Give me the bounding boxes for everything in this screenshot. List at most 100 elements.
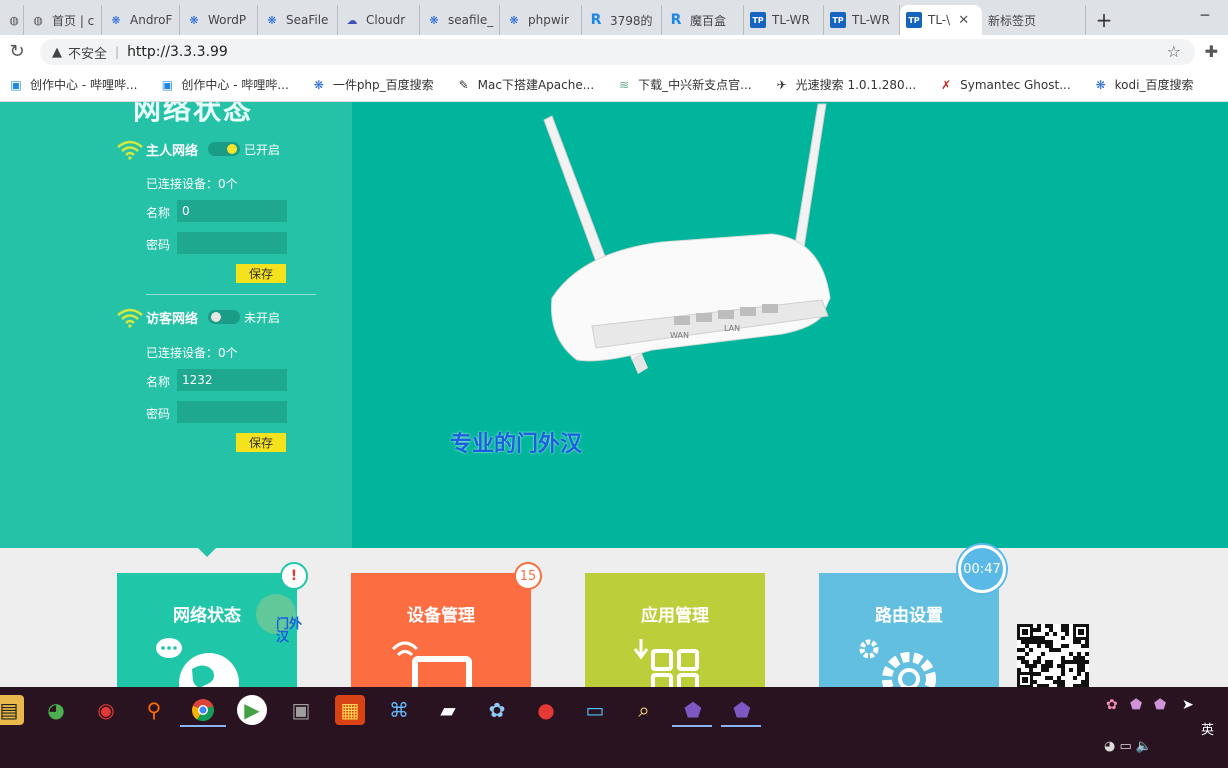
browser-tab[interactable]: ❋ seafile_ bbox=[420, 5, 500, 35]
warning-icon[interactable]: ▲ bbox=[52, 45, 62, 60]
browser-tab[interactable]: TP TL-WR bbox=[744, 5, 824, 35]
vm-app-icon-1[interactable]: ⬟ bbox=[678, 695, 708, 725]
browser-tab[interactable]: ❋ SeaFile bbox=[258, 5, 338, 35]
package-app-icon[interactable]: ▦ bbox=[335, 695, 365, 725]
minimize-icon[interactable]: ─ bbox=[1182, 0, 1228, 32]
browser-tab[interactable]: TP TL-\ ✕ bbox=[900, 5, 982, 35]
host-network-name: 主人网络 bbox=[146, 143, 199, 159]
star-icon[interactable]: ☆ bbox=[1167, 42, 1181, 61]
router-hero: WAN LAN bbox=[352, 102, 1228, 548]
tray-system-icons[interactable]: ◕ ▭ 🔈 bbox=[1104, 739, 1152, 754]
bookmark-item[interactable]: ▣ 创作中心 - 哔哩哔... bbox=[8, 76, 137, 93]
wan-port-label: WAN bbox=[670, 331, 689, 340]
tab-label: SeaFile bbox=[286, 13, 329, 27]
magnifier-app-icon[interactable]: ⌕ bbox=[629, 695, 659, 725]
search-app-icon[interactable]: ⚲ bbox=[139, 695, 169, 725]
network-divider bbox=[146, 294, 316, 295]
browser-tab[interactable]: ❋ AndroF bbox=[102, 5, 180, 35]
cursor-icon: ➤ bbox=[1182, 697, 1194, 713]
guest-ssid-input[interactable] bbox=[177, 369, 287, 391]
guest-network-toggle[interactable] bbox=[208, 310, 241, 324]
r-icon: R bbox=[590, 12, 602, 28]
browser-tab[interactable]: R 3798的 bbox=[582, 5, 662, 35]
bookmark-item[interactable]: ✈ 光速搜索 1.0.1.280... bbox=[774, 76, 917, 93]
tab-label: seafile_ bbox=[448, 13, 494, 27]
earth-app-icon[interactable]: ◕ bbox=[41, 695, 71, 725]
red-app-icon[interactable]: ● bbox=[531, 695, 561, 725]
small-watermark: 门外汉 bbox=[276, 618, 304, 644]
router-admin-page: 网络状态 主人网络 已开启 已连接设备：0个 名称 密码 保存 bbox=[0, 102, 1228, 687]
browser-tab[interactable]: ◍F bbox=[0, 5, 24, 35]
vm-app-icon-2[interactable]: ⬟ bbox=[727, 695, 757, 725]
folder-app-icon[interactable]: ▰ bbox=[433, 695, 463, 725]
wifi-icon bbox=[117, 140, 143, 160]
file-explorer-icon[interactable]: ▤ bbox=[0, 695, 24, 725]
host-save-button[interactable]: 保存 bbox=[236, 264, 286, 283]
bookmark-item[interactable]: ▣ 创作中心 - 哔哩哔... bbox=[159, 76, 289, 93]
bookmark-item[interactable]: ✗ Symantec Ghost... bbox=[938, 77, 1071, 93]
search-icon: ✈ bbox=[776, 77, 787, 92]
terminal-app-icon[interactable]: ▣ bbox=[286, 695, 316, 725]
guest-password-input[interactable] bbox=[177, 401, 287, 423]
host-network-header: 主人网络 已开启 bbox=[116, 138, 280, 160]
device-count-badge[interactable]: 15 bbox=[514, 562, 542, 590]
mac-icon: ✎ bbox=[458, 77, 469, 92]
host-name-label: 名称 bbox=[146, 206, 171, 220]
browser-tab[interactable]: R 魔百盒 bbox=[662, 5, 744, 35]
play-app-icon[interactable]: ▶ bbox=[237, 695, 267, 725]
tile-app-management[interactable]: 应用管理 bbox=[585, 573, 765, 687]
chrome-icon[interactable] bbox=[188, 695, 218, 725]
gear-app-icon[interactable]: ✿ bbox=[482, 695, 512, 725]
tile-device-management[interactable]: 设备管理 bbox=[351, 573, 531, 687]
ime-indicator[interactable]: 英 bbox=[1201, 719, 1214, 738]
guest-network-header: 访客网络 未开启 bbox=[116, 306, 280, 328]
host-password-input[interactable] bbox=[177, 232, 287, 254]
host-ssid-input[interactable] bbox=[177, 200, 287, 222]
browser-tab[interactable]: ◍ 首页 | c bbox=[24, 5, 102, 35]
alert-badge[interactable]: ! bbox=[280, 562, 308, 590]
vm-app-2-indicator bbox=[721, 725, 761, 727]
tab-label: WordP bbox=[208, 13, 247, 27]
security-label[interactable]: 不安全 bbox=[68, 43, 107, 62]
host-network-toggle[interactable] bbox=[208, 142, 241, 156]
address-bar[interactable]: ▲ 不安全 | http://3.3.3.99 ☆ bbox=[40, 39, 1195, 65]
media-app-icon[interactable]: ◉ bbox=[91, 695, 121, 725]
qr-code-icon[interactable] bbox=[1017, 624, 1089, 687]
new-tab-button[interactable]: + bbox=[1086, 5, 1122, 35]
tray-vm-icon-1[interactable]: ⬟ bbox=[1130, 697, 1142, 713]
bookmark-item[interactable]: ❋ kodi_百度搜索 bbox=[1093, 76, 1194, 93]
browser-tab[interactable]: ❋ phpwir bbox=[500, 5, 582, 35]
guest-network-toggle-label: 未开启 bbox=[244, 310, 281, 325]
browser-tab[interactable]: ☁ Cloudr bbox=[338, 5, 420, 35]
guest-save-button[interactable]: 保存 bbox=[236, 433, 286, 452]
r-icon: R bbox=[670, 12, 682, 28]
tray-vm-icon-2[interactable]: ⬟ bbox=[1154, 697, 1166, 713]
host-password-label: 密码 bbox=[146, 238, 171, 252]
baidu-icon: ❋ bbox=[429, 13, 439, 27]
bookmark-item[interactable]: ✎ Mac下搭建Apache... bbox=[456, 76, 595, 93]
host-connected-devices: 已连接设备：0个 bbox=[146, 177, 238, 191]
host-network-toggle-label: 已开启 bbox=[244, 142, 281, 157]
bookmark-item[interactable]: ≋ 下载_中兴新支点官... bbox=[616, 76, 751, 93]
url-text[interactable]: http://3.3.3.99 bbox=[127, 44, 228, 60]
window-app-icon[interactable]: ▭ bbox=[580, 695, 610, 725]
small-watermark-text: 门外汉 bbox=[276, 617, 303, 645]
slogan-watermark: 专业的门外汉 bbox=[450, 432, 583, 457]
extensions-icon[interactable]: ✚ bbox=[1205, 42, 1218, 61]
close-tab-icon[interactable]: ✕ bbox=[958, 13, 969, 28]
bookmark-item[interactable]: ❋ 一件php_百度搜索 bbox=[311, 76, 434, 93]
network-app-icon[interactable]: ⌘ bbox=[384, 695, 414, 725]
guest-name-label: 名称 bbox=[146, 375, 171, 389]
browser-tab[interactable]: TP TL-WR bbox=[824, 5, 900, 35]
tab-label: TL-WR bbox=[772, 13, 810, 27]
tab-strip: ◍F◍首页 | c❋AndroF❋WordP❋SeaFile☁Cloudr ❋ se… bbox=[0, 0, 1228, 35]
tab-label: 新标签页 bbox=[988, 13, 1037, 28]
tab-label: Cloudr bbox=[366, 13, 406, 27]
bookmarks-bar: ▣ 创作中心 - 哔哩哔... ▣ 创作中心 - 哔哩哔... ❋ 一件php_百度搜索 ✎… bbox=[0, 68, 1228, 102]
tray-flower-icon[interactable]: ✿ bbox=[1106, 697, 1118, 713]
lan-port-label: LAN bbox=[724, 324, 740, 333]
browser-tab[interactable]: ❋ WordP bbox=[180, 5, 258, 35]
browser-tab[interactable]: 新标签页 bbox=[982, 5, 1086, 35]
reload-icon[interactable]: ↻ bbox=[0, 41, 34, 62]
bookmark-label: Symantec Ghost... bbox=[960, 77, 1071, 92]
